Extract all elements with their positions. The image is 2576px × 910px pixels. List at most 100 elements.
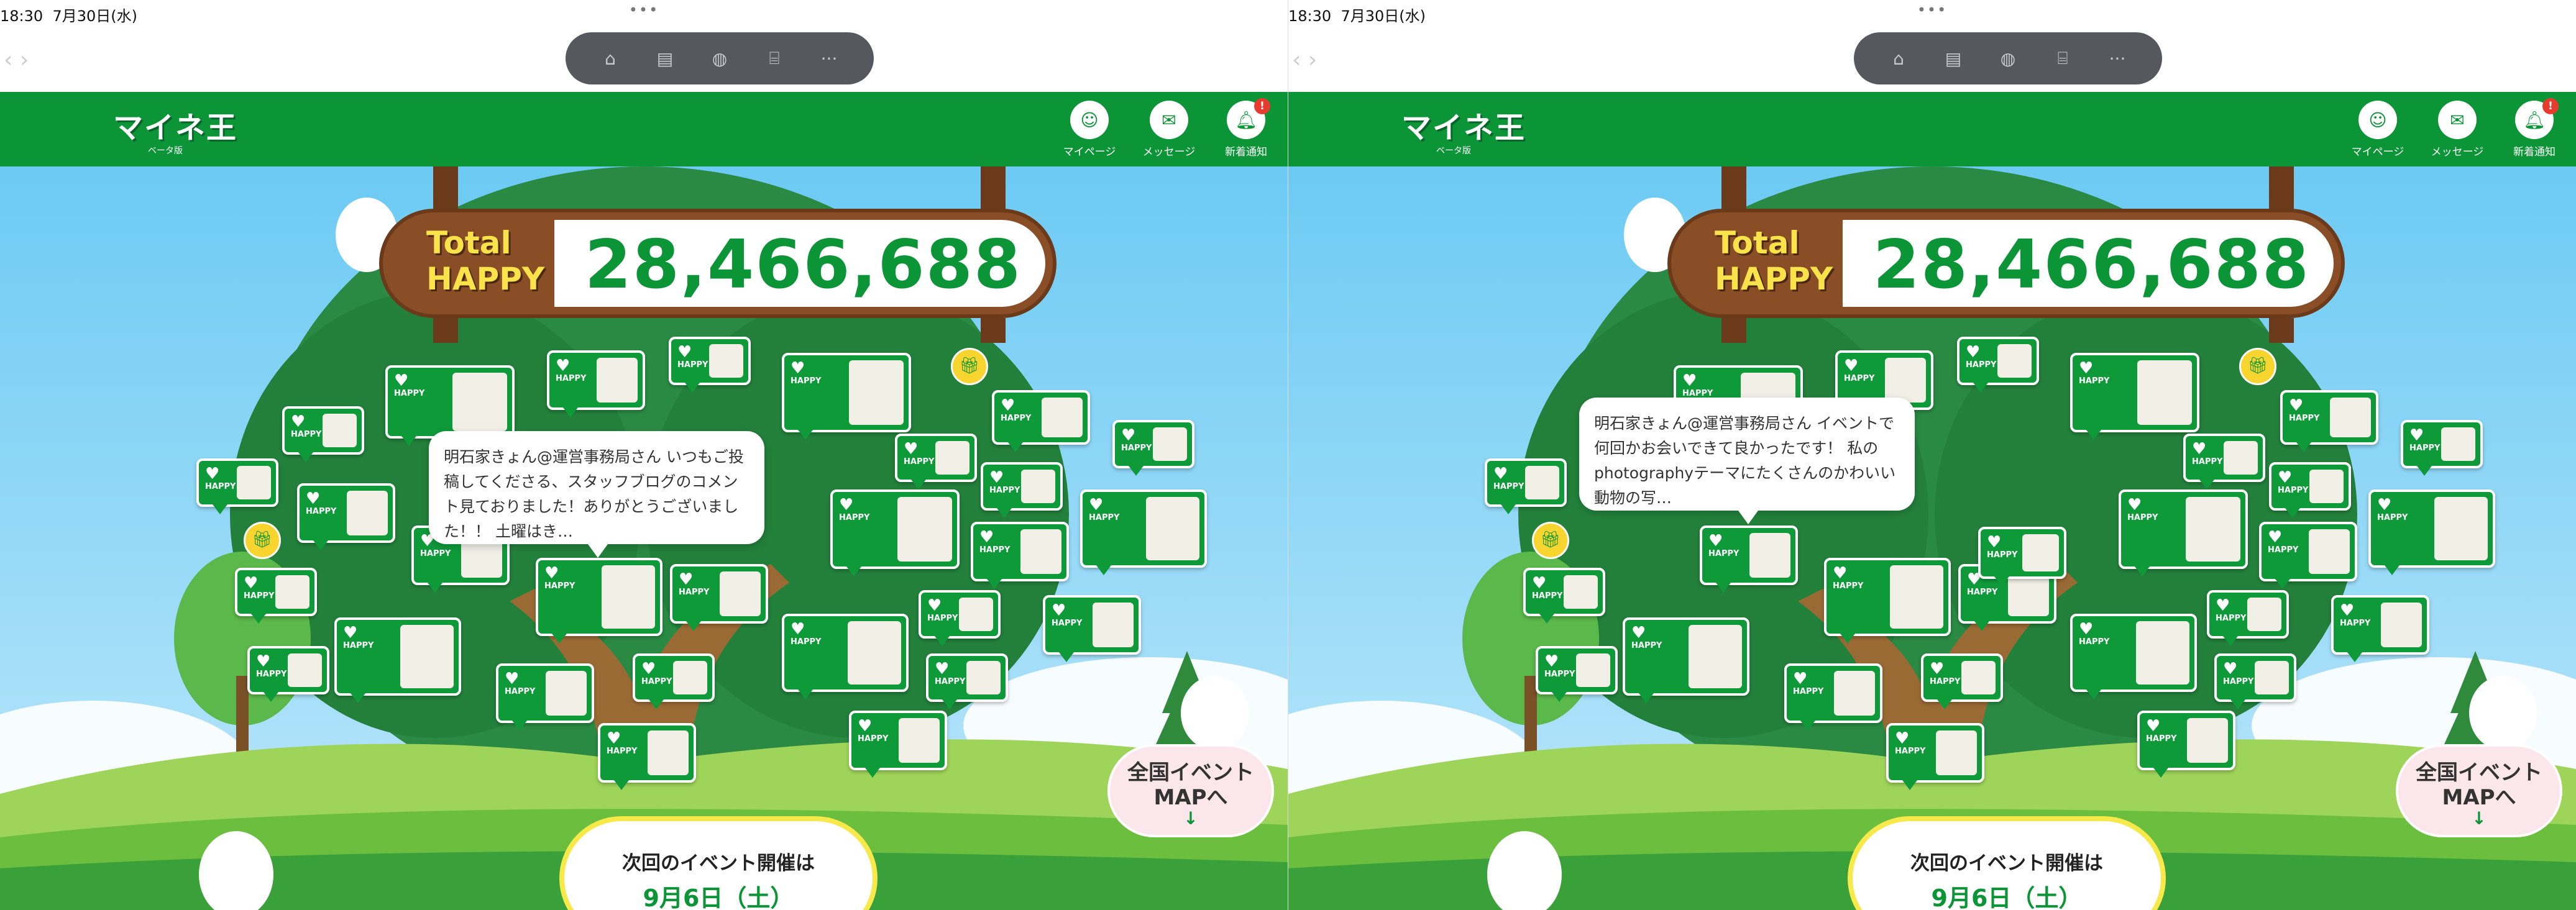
site-logo[interactable]: マイネ王 <box>1401 103 1526 147</box>
gift-icon[interactable]: 🎁︎ <box>244 522 281 559</box>
happy-bubble[interactable]: ♥ HAPPY <box>1921 653 2003 709</box>
happy-bubble[interactable]: ♥ HAPPY <box>669 337 751 393</box>
happy-bubble[interactable]: ♥ HAPPY <box>981 462 1063 518</box>
mypage-button[interactable]: ☺ マイページ <box>2344 101 2412 158</box>
happy-bubble[interactable]: ♥ HAPPY <box>547 350 645 417</box>
happy-bubble[interactable]: ♥ HAPPY <box>633 653 715 709</box>
total-happy-value: 28,466,688 <box>1872 226 2310 304</box>
happy-bubble[interactable]: ♥ HAPPY <box>782 353 911 440</box>
happy-bubble[interactable]: ♥ HAPPY <box>2401 420 2483 476</box>
total-happy-board: Total HAPPY 28,466,688 <box>379 209 1057 318</box>
notification-badge: ! <box>2542 98 2559 114</box>
happy-bubble[interactable]: ♥ HAPPY <box>196 458 278 514</box>
happy-tree-scene: Total HAPPY 28,466,688 ♥ HAPPY ♥ HAPPY ♥ HAP… <box>0 166 1288 910</box>
chat-icon[interactable]: ◍ <box>1993 48 2023 69</box>
more-icon[interactable]: ··· <box>2102 48 2132 69</box>
total-label-line1: Total <box>426 225 511 261</box>
right-screen: 18:30 7月30日(水) ••• ‹ › ⌂ ▤ ◍ ⌸ ··· マイネ王 … <box>1288 0 2576 910</box>
book-icon[interactable]: ▤ <box>1938 48 1968 69</box>
multitask-dots[interactable]: ••• <box>1917 1 1947 19</box>
happy-bubble[interactable]: ♥ HAPPY <box>496 663 594 730</box>
floating-toolbar: ⌂ ▤ ◍ ⌸ ··· <box>1854 32 2162 84</box>
happy-bubble[interactable]: ♥ HAPPY <box>1700 526 1798 593</box>
gift-icon[interactable]: 🎁︎ <box>1532 522 1569 559</box>
happy-bubble[interactable]: ♥ HAPPY <box>1523 568 1605 624</box>
message-button[interactable]: ✉ メッセージ <box>2423 101 2491 158</box>
happy-bubble[interactable]: ♥ HAPPY <box>2214 653 2296 709</box>
multitask-dots[interactable]: ••• <box>629 1 659 19</box>
happy-bubble[interactable]: ♥ HAPPY <box>2137 711 2235 778</box>
event-map-button[interactable]: 全国イベント MAPへ ↓ <box>2396 744 2562 837</box>
browser-nav-arrows[interactable]: ‹ › <box>4 47 29 73</box>
happy-bubble[interactable]: ♥ HAPPY <box>247 646 329 702</box>
notification-button[interactable]: 🔔︎ ! 新着通知 <box>1212 98 1280 158</box>
beta-label: ベータ版 <box>148 146 183 156</box>
next-event-button[interactable]: 次回のイベント開催は 9月6日（土） ↓ <box>1848 816 2166 910</box>
happy-bubble[interactable]: ♥ HAPPY <box>926 653 1008 709</box>
happy-bubble[interactable]: ♥ HAPPY <box>2183 434 2265 489</box>
happy-bubble[interactable]: ♥ HAPPY <box>1485 458 1567 514</box>
browser-nav-arrows[interactable]: ‹ › <box>1292 47 1317 73</box>
happy-bubble[interactable]: ♥ HAPPY <box>2207 590 2289 646</box>
happy-bubble[interactable]: ♥ HAPPY <box>385 365 515 446</box>
next-event-button[interactable]: 次回のイベント開催は 9月6日（土） ↓ <box>559 816 878 910</box>
happy-bubble[interactable]: ♥ HAPPY <box>2070 614 2197 699</box>
happy-bubble[interactable]: ♥ HAPPY <box>1623 617 1749 703</box>
notification-label: 新着通知 <box>2513 146 2555 158</box>
happy-bubble[interactable]: ♥ HAPPY <box>782 614 909 699</box>
happy-bubble[interactable]: ♥ HAPPY <box>1978 527 2066 586</box>
site-logo[interactable]: マイネ王 <box>113 103 237 147</box>
happy-bubble[interactable]: ♥ HAPPY <box>235 568 317 624</box>
happy-bubble[interactable]: ♥ HAPPY <box>1886 723 1984 790</box>
event-map-button[interactable]: 全国イベント MAPへ ↓ <box>1107 744 1274 837</box>
happy-bubble[interactable]: ♥ HAPPY <box>2269 462 2351 518</box>
chat-icon[interactable]: ◍ <box>705 48 735 69</box>
book-icon[interactable]: ▤ <box>650 48 680 69</box>
gift-icon[interactable]: ⌸ <box>759 48 789 69</box>
happy-bubble[interactable]: ♥ HAPPY <box>536 558 662 644</box>
status-date: 7月30日(水) <box>1341 7 1426 25</box>
happy-bubble[interactable]: ♥ HAPPY <box>1784 663 1882 730</box>
site-header: マイネ王 ベータ版 ☺ マイページ ✉ メッセージ 🔔︎ ! 新着通知 <box>0 92 1288 166</box>
gift-icon[interactable]: ⌸ <box>2048 48 2078 69</box>
happy-bubble[interactable]: ♥ HAPPY <box>2070 353 2199 440</box>
notification-button[interactable]: 🔔︎ ! 新着通知 <box>2500 98 2569 158</box>
happy-bubble[interactable]: ♥ HAPPY <box>1824 558 1951 644</box>
message-button[interactable]: ✉ メッセージ <box>1135 101 1203 158</box>
happy-bubble[interactable]: ♥ HAPPY <box>2259 522 2357 589</box>
happy-bubble[interactable]: ♥ HAPPY <box>830 489 960 576</box>
comment-tooltip[interactable]: 明石家きょん@運営事務局さん イベントで何回かお会いできて良かったです！ 私のp… <box>1579 398 1915 524</box>
happy-bubble[interactable]: ♥ HAPPY <box>334 617 461 703</box>
happy-bubble[interactable]: ♥ HAPPY <box>282 406 364 462</box>
mail-icon: ✉ <box>2438 101 2477 139</box>
gift-icon[interactable]: 🎁︎ <box>951 348 988 385</box>
home-icon[interactable]: ⌂ <box>1884 48 1914 69</box>
happy-bubble[interactable]: ♥ HAPPY <box>1080 489 1207 575</box>
happy-bubble[interactable]: ♥ HAPPY <box>895 434 977 489</box>
avatar-icon: ☺ <box>1070 101 1109 139</box>
happy-bubble[interactable]: ♥ HAPPY <box>992 390 1090 452</box>
comment-tooltip[interactable]: 明石家きょん@運営事務局さん いつもご投稿してくださる、スタッフブログのコメント… <box>429 431 764 558</box>
happy-bubble[interactable]: ♥ HAPPY <box>297 483 395 550</box>
happy-bubble[interactable]: ♥ HAPPY <box>2368 489 2495 575</box>
happy-bubble[interactable]: ♥ HAPPY <box>598 723 696 790</box>
happy-bubble[interactable]: ♥ HAPPY <box>2119 489 2248 576</box>
happy-bubble[interactable]: ♥ HAPPY <box>1957 337 2039 393</box>
happy-bubble[interactable]: ♥ HAPPY <box>919 590 1001 646</box>
more-icon[interactable]: ··· <box>814 48 844 69</box>
happy-bubble[interactable]: ♥ HAPPY <box>2331 595 2429 662</box>
status-bar: 18:30 7月30日(水) ••• <box>1288 0 2576 27</box>
next-event-date: 9月6日（土） <box>643 885 794 910</box>
happy-bubble[interactable]: ♥ HAPPY <box>971 522 1069 589</box>
happy-bubble[interactable]: ♥ HAPPY <box>849 711 947 778</box>
rabbit-mascot <box>2469 676 2537 750</box>
happy-bubble[interactable]: ♥ HAPPY <box>2280 390 2378 452</box>
happy-bubble[interactable]: ♥ HAPPY <box>1536 646 1618 702</box>
mypage-button[interactable]: ☺ マイページ <box>1055 101 1124 158</box>
happy-bubble[interactable]: ♥ HAPPY <box>670 564 768 631</box>
happy-bubble[interactable]: ♥ HAPPY <box>1112 420 1194 476</box>
gift-icon[interactable]: 🎁︎ <box>2239 348 2276 385</box>
home-icon[interactable]: ⌂ <box>595 48 625 69</box>
avatar-icon: ☺ <box>2358 101 2397 139</box>
happy-bubble[interactable]: ♥ HAPPY <box>1043 595 1141 662</box>
